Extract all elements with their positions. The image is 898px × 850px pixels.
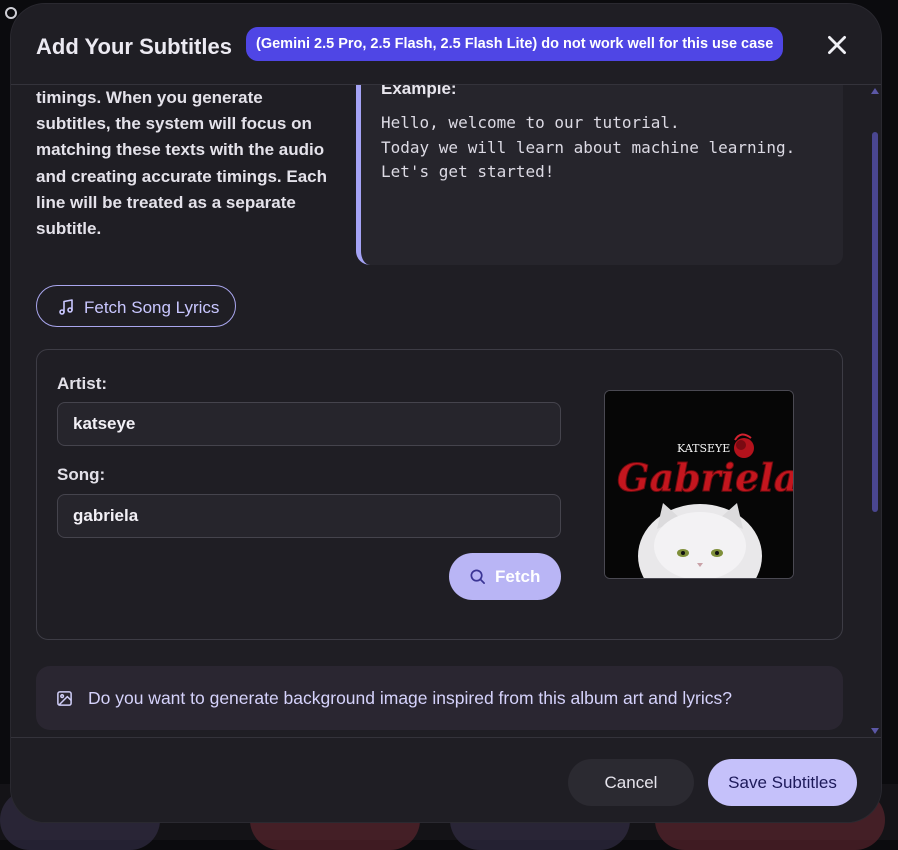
instructions-text: timings. When you generate subtitles, th… <box>36 88 327 239</box>
fetch-song-lyrics-label: Fetch Song Lyrics <box>84 298 220 317</box>
scroll-down-arrow-icon[interactable] <box>871 728 879 734</box>
modal-title: Add Your Subtitles <box>36 34 232 59</box>
cancel-button[interactable]: Cancel <box>568 759 694 806</box>
fetch-song-lyrics-button[interactable]: Fetch Song Lyrics <box>36 285 236 327</box>
subtitles-modal: Add Your Subtitles (Gemini 2.5 Pro, 2.5 … <box>11 4 881 822</box>
modal-header: Add Your Subtitles (Gemini 2.5 Pro, 2.5 … <box>11 4 881 85</box>
modal-scrollbar[interactable] <box>868 85 881 737</box>
scrollbar-thumb[interactable] <box>872 132 878 512</box>
close-button[interactable] <box>824 32 850 58</box>
album-title-text: Gabriela <box>617 455 793 500</box>
lyrics-search-panel: Artist: Song: Fetch <box>36 349 843 640</box>
example-label: Example: <box>381 85 457 98</box>
generate-background-prompt[interactable]: Do you want to generate background image… <box>36 666 843 730</box>
song-input[interactable] <box>57 494 561 538</box>
modal-footer: Cancel Save Subtitles <box>11 737 881 822</box>
scroll-up-arrow-icon[interactable] <box>871 88 879 94</box>
close-icon <box>828 36 846 54</box>
album-art: KATSEYE Gabriela <box>604 390 794 579</box>
music-note-icon <box>59 299 73 315</box>
example-box: Example: Hello, welcome to our tutorial.… <box>356 85 843 265</box>
example-text: Hello, welcome to our tutorial. Today we… <box>381 113 796 181</box>
image-icon <box>57 691 72 706</box>
save-subtitles-button[interactable]: Save Subtitles <box>708 759 857 806</box>
search-icon <box>470 569 485 584</box>
model-warning-badge: (Gemini 2.5 Pro, 2.5 Flash, 2.5 Flash Li… <box>246 27 784 61</box>
fetch-button[interactable]: Fetch <box>449 553 561 600</box>
fetch-button-label: Fetch <box>495 567 541 586</box>
album-artist-text: KATSEYE <box>677 442 730 455</box>
artist-label: Artist: <box>57 374 108 393</box>
modal-body[interactable]: timings. When you generate subtitles, th… <box>11 85 881 737</box>
generate-background-label: Do you want to generate background image… <box>88 688 732 708</box>
song-label: Song: <box>57 465 106 484</box>
artist-input[interactable] <box>57 402 561 446</box>
